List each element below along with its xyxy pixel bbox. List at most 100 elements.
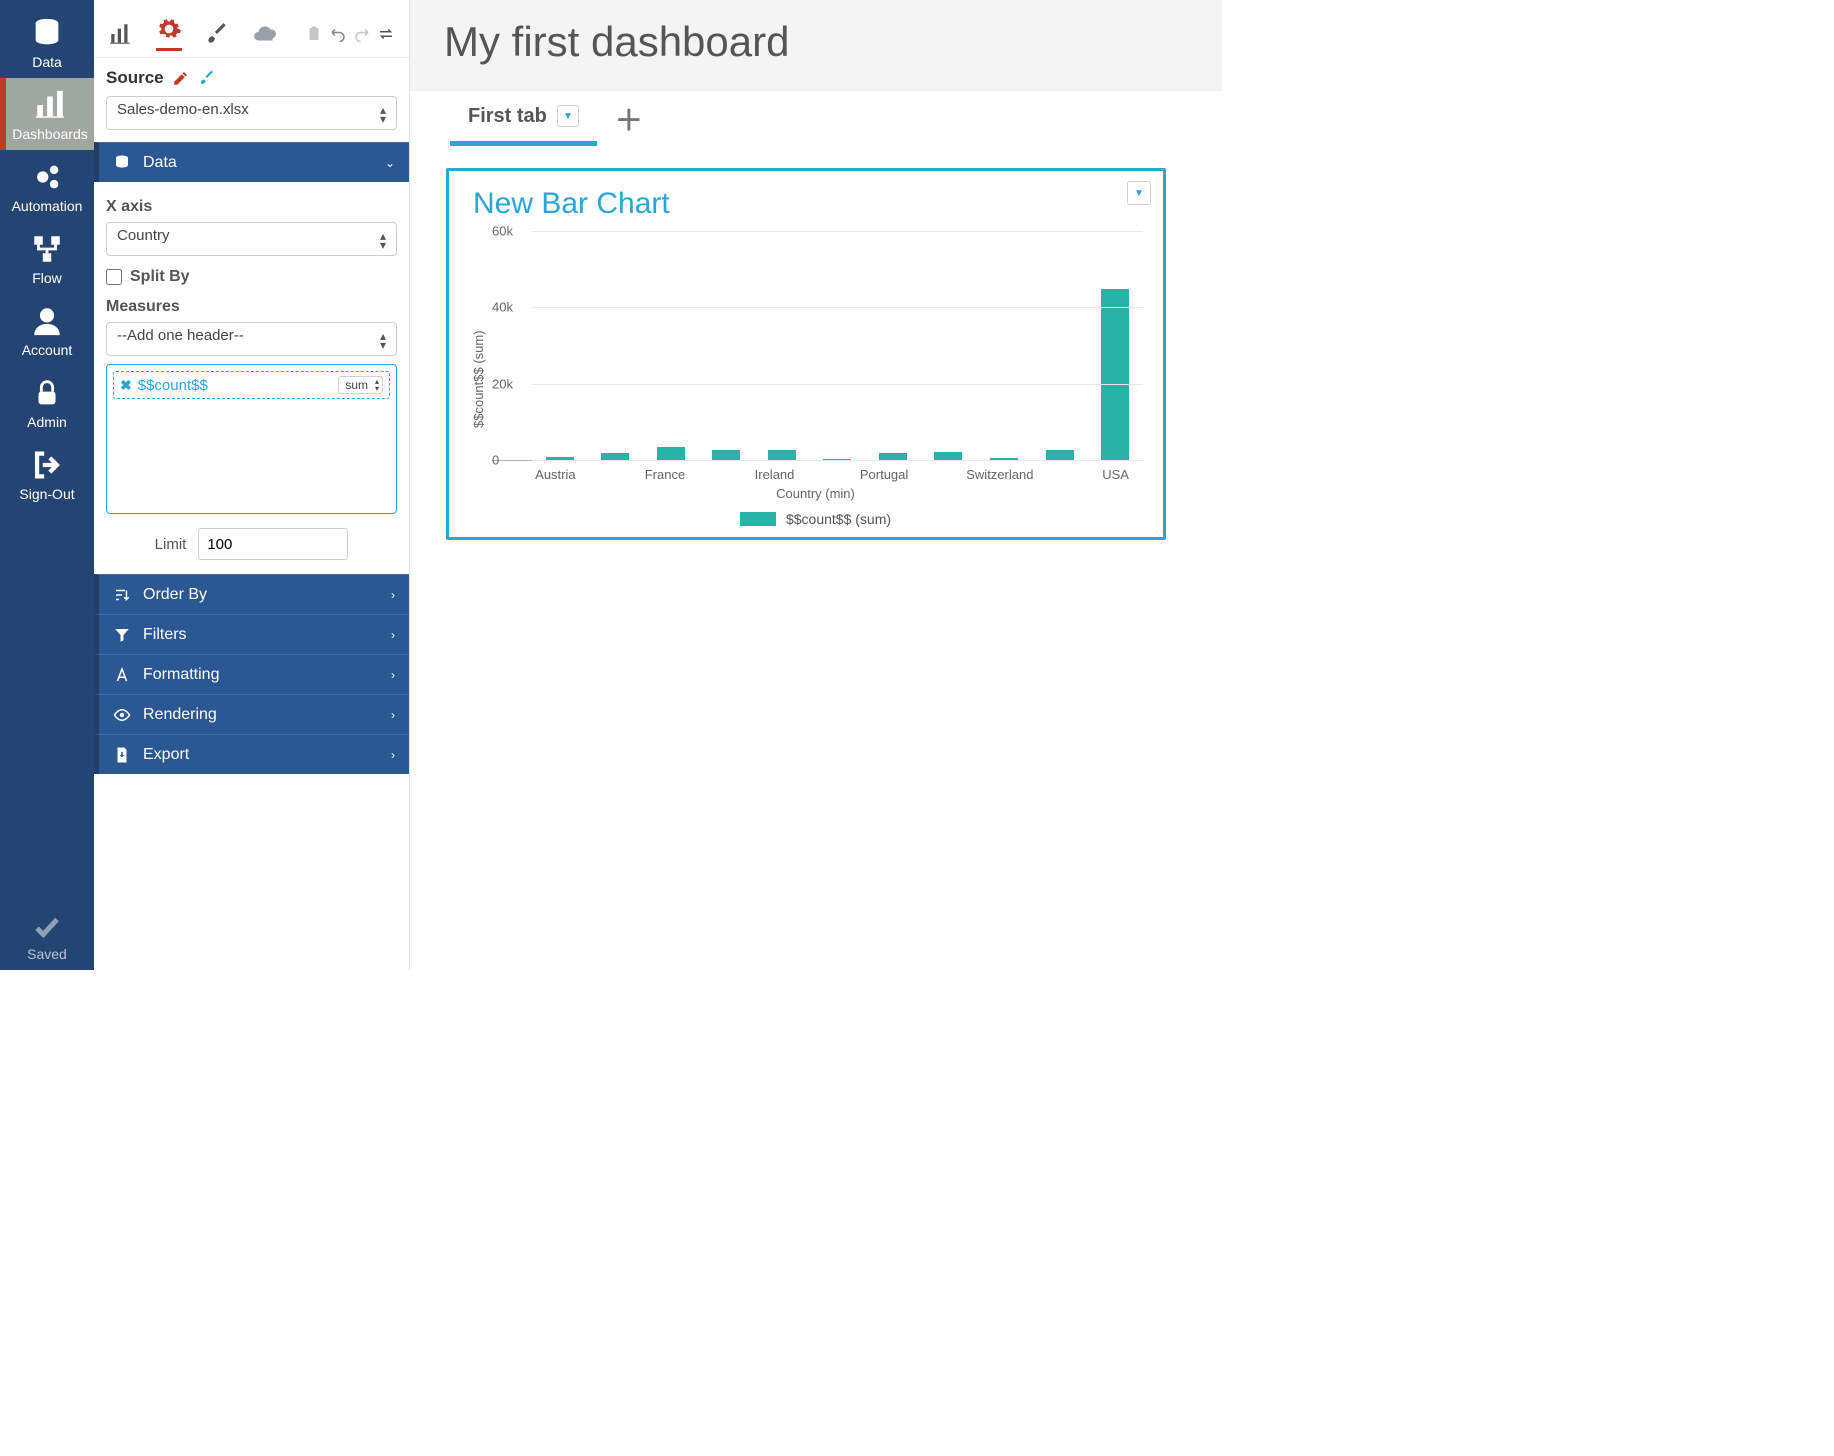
chart: $$count$$ (sum) 020k40k60k AustriaFrance… [469,231,1143,527]
chevron-down-icon: ⌄ [385,156,395,170]
nav-account[interactable]: Account [0,294,94,366]
nav-automation[interactable]: Automation [0,150,94,222]
widget-menu-button[interactable]: ▼ [1127,181,1151,205]
toolbar-settings-icon[interactable] [156,16,182,51]
x-tick [802,461,857,482]
x-tick: USA [1088,461,1143,482]
toolbar-clipboard-icon[interactable] [305,25,323,43]
section-formatting-label: Formatting [143,666,219,684]
x-tick: Portugal [857,461,912,482]
add-tab-button[interactable]: ＋ [615,99,643,139]
x-tick [583,461,638,482]
bar[interactable] [1046,450,1074,460]
bar[interactable] [879,453,907,460]
section-rendering-label: Rendering [143,706,217,724]
limit-input[interactable] [198,528,348,560]
font-icon [113,666,131,684]
source-label: Source [106,68,164,88]
section-formatting[interactable]: Formatting › [94,654,409,694]
section-export-label: Export [143,746,189,764]
config-panel: Source Sales-demo-en.xlsx Data ⌄ X axis … [94,0,410,970]
filter-icon [113,626,131,644]
y-tick: 0 [492,453,499,468]
limit-label: Limit [155,536,187,553]
caret-icon [375,378,379,393]
source-section: Source Sales-demo-en.xlsx [94,58,409,142]
tab-row: First tab ▼ ＋ [410,90,1222,146]
nav-admin[interactable]: Admin [0,366,94,438]
measures-select[interactable]: --Add one header-- [106,322,397,356]
measures-label: Measures [106,298,397,316]
section-data-body: X axis Country Split By Measures --Add o… [94,182,409,574]
toolbar-swap-icon[interactable] [377,25,395,43]
bar[interactable] [712,450,740,460]
sort-icon [113,586,131,604]
main-area: My first dashboard First tab ▼ ＋ ▼ New B… [410,0,1222,970]
dashboard-title[interactable]: My first dashboard [444,18,1222,66]
bar[interactable] [1101,289,1129,460]
toolbar-brush-icon[interactable] [204,21,230,47]
section-data[interactable]: Data ⌄ [94,142,409,182]
section-orderby-label: Order By [143,586,207,604]
nav-data-label: Data [32,54,62,70]
section-orderby[interactable]: Order By › [94,574,409,614]
nav-saved[interactable]: Saved [0,902,94,970]
chart-legend: $$count$$ (sum) [488,511,1143,527]
bar[interactable] [934,452,962,460]
nav-account-label: Account [22,342,73,358]
xaxis-value: Country [117,227,170,244]
measures-box: ✖ $$count$$ sum [106,364,397,514]
section-filters-label: Filters [143,626,187,644]
nav-data[interactable]: Data [0,6,94,78]
x-axis-label: Country (min) [488,486,1143,501]
x-tick: Austria [528,461,583,482]
toolbar-chart-icon[interactable] [108,21,134,47]
nav-flow[interactable]: Flow [0,222,94,294]
measure-agg-select[interactable]: sum [338,376,383,394]
measure-pill[interactable]: ✖ $$count$$ sum [113,371,390,399]
toolbar-redo-icon[interactable] [353,25,371,43]
chevron-right-icon: › [391,708,395,722]
source-value: Sales-demo-en.xlsx [117,101,249,118]
edit-icon[interactable] [172,69,190,87]
y-axis-label: $$count$$ (sum) [469,231,488,527]
remove-measure-icon[interactable]: ✖ [120,377,132,394]
splitby-label: Split By [130,268,190,286]
tab-dropdown-icon[interactable]: ▼ [557,105,579,127]
config-toolbar [94,0,409,58]
export-icon [113,746,131,764]
section-rendering[interactable]: Rendering › [94,694,409,734]
chevron-right-icon: › [391,668,395,682]
section-filters[interactable]: Filters › [94,614,409,654]
section-data-label: Data [143,154,177,172]
tab-first[interactable]: First tab ▼ [450,91,597,146]
widget-title: New Bar Chart [473,187,1143,221]
x-tick [1033,461,1088,482]
x-ticks: AustriaFranceIrelandPortugalSwitzerlandU… [528,461,1143,482]
eye-icon [113,706,131,724]
section-export[interactable]: Export › [94,734,409,774]
bar[interactable] [657,447,685,460]
legend-swatch [740,512,776,526]
chart-widget[interactable]: ▼ New Bar Chart $$count$$ (sum) 0 20k 40k 6… [446,168,1166,540]
caret-icon [380,104,386,125]
nav-signout[interactable]: Sign-Out [0,438,94,510]
brush-source-icon[interactable] [198,69,216,87]
source-select[interactable]: Sales-demo-en.xlsx [106,96,397,130]
nav-dashboards[interactable]: Dashboards [0,78,94,150]
xaxis-select[interactable]: Country [106,222,397,256]
nav-admin-label: Admin [27,414,67,430]
x-tick: Switzerland [966,461,1033,482]
caret-icon [380,330,386,351]
nav-saved-label: Saved [27,946,67,962]
y-tick: 20k [492,376,513,391]
splitby-checkbox[interactable] [106,269,122,285]
bar[interactable] [768,450,796,460]
toolbar-cloud-icon[interactable] [252,21,278,47]
y-tick: 40k [492,300,513,315]
xaxis-label: X axis [106,198,397,216]
left-nav: Data Dashboards Automation Flow Account … [0,0,94,970]
measure-name: $$count$$ [138,377,208,394]
y-tick: 60k [492,224,513,239]
toolbar-undo-icon[interactable] [329,25,347,43]
